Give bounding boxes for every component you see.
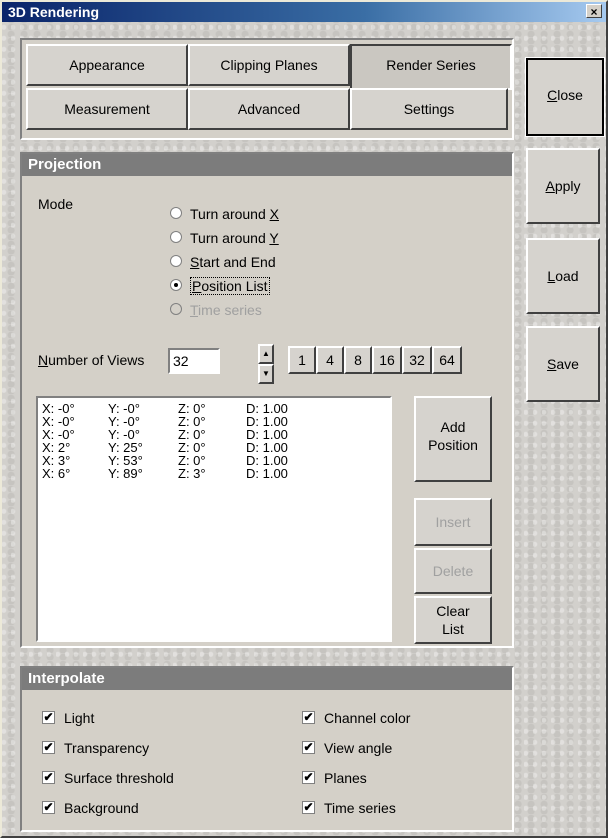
checkmark-icon: ✔ [302, 800, 315, 814]
apply-button[interactable]: Apply [526, 148, 600, 224]
close-button[interactable]: Close [525, 57, 605, 137]
window-title: 3D Rendering [8, 4, 100, 20]
tab-strip: Appearance Clipping Planes Render Series… [20, 38, 514, 140]
tab-clipping-planes[interactable]: Clipping Planes [188, 44, 350, 86]
window-close-button[interactable]: × [586, 4, 602, 19]
tab-advanced[interactable]: Advanced [188, 88, 350, 130]
load-button[interactable]: Load [526, 238, 600, 314]
add-position-button[interactable]: Add Position [414, 396, 492, 482]
checkmark-icon: ✔ [42, 800, 55, 814]
tab-measurement[interactable]: Measurement [26, 88, 188, 130]
radio-circle-selected [170, 279, 182, 291]
views-8-button[interactable]: 8 [344, 346, 372, 374]
views-1-button[interactable]: 1 [288, 346, 316, 374]
views-64-button[interactable]: 64 [432, 346, 462, 374]
tab-settings[interactable]: Settings [350, 88, 508, 130]
spin-up-button[interactable]: ▲ [258, 344, 274, 364]
dialog-window: 3D Rendering × Appearance Clipping Plane… [0, 0, 608, 838]
views-16-button[interactable]: 16 [372, 346, 402, 374]
radio-circle [170, 231, 182, 243]
clear-list-button[interactable]: Clear List [414, 596, 492, 644]
views-32-button[interactable]: 32 [402, 346, 432, 374]
interpolate-group: Interpolate ✔ Light ✔ Transparency ✔ Surfac… [20, 666, 514, 832]
views-4-button[interactable]: 4 [316, 346, 344, 374]
checkmark-icon: ✔ [302, 740, 315, 754]
radio-circle [170, 303, 182, 315]
tab-render-series[interactable]: Render Series [350, 44, 512, 90]
insert-button[interactable]: Insert [414, 498, 492, 546]
projection-header: Projection [22, 154, 512, 176]
checkmark-icon: ✔ [302, 710, 315, 724]
mode-label: Mode [38, 196, 74, 212]
interpolate-header: Interpolate [22, 668, 512, 690]
checkmark-icon: ✔ [42, 710, 55, 724]
title-bar[interactable]: 3D Rendering × [2, 2, 606, 22]
projection-group: Projection Mode Turn around X Turn aroun… [20, 152, 514, 648]
spin-down-button[interactable]: ▼ [258, 364, 274, 384]
checkmark-icon: ✔ [42, 740, 55, 754]
number-of-views-label: Number of Views [38, 352, 145, 368]
tab-appearance[interactable]: Appearance [26, 44, 188, 86]
checkmark-icon: ✔ [42, 770, 55, 784]
save-button[interactable]: Save [526, 326, 600, 402]
radio-circle [170, 207, 182, 219]
radio-circle [170, 255, 182, 267]
number-of-views-input[interactable]: 32 [168, 348, 220, 374]
delete-button[interactable]: Delete [414, 548, 492, 594]
position-list[interactable]: X: -0° Y: -0° Z: 0° D: 1.00 X: -0° Y: -0° Z: … [36, 396, 392, 642]
checkmark-icon: ✔ [302, 770, 315, 784]
